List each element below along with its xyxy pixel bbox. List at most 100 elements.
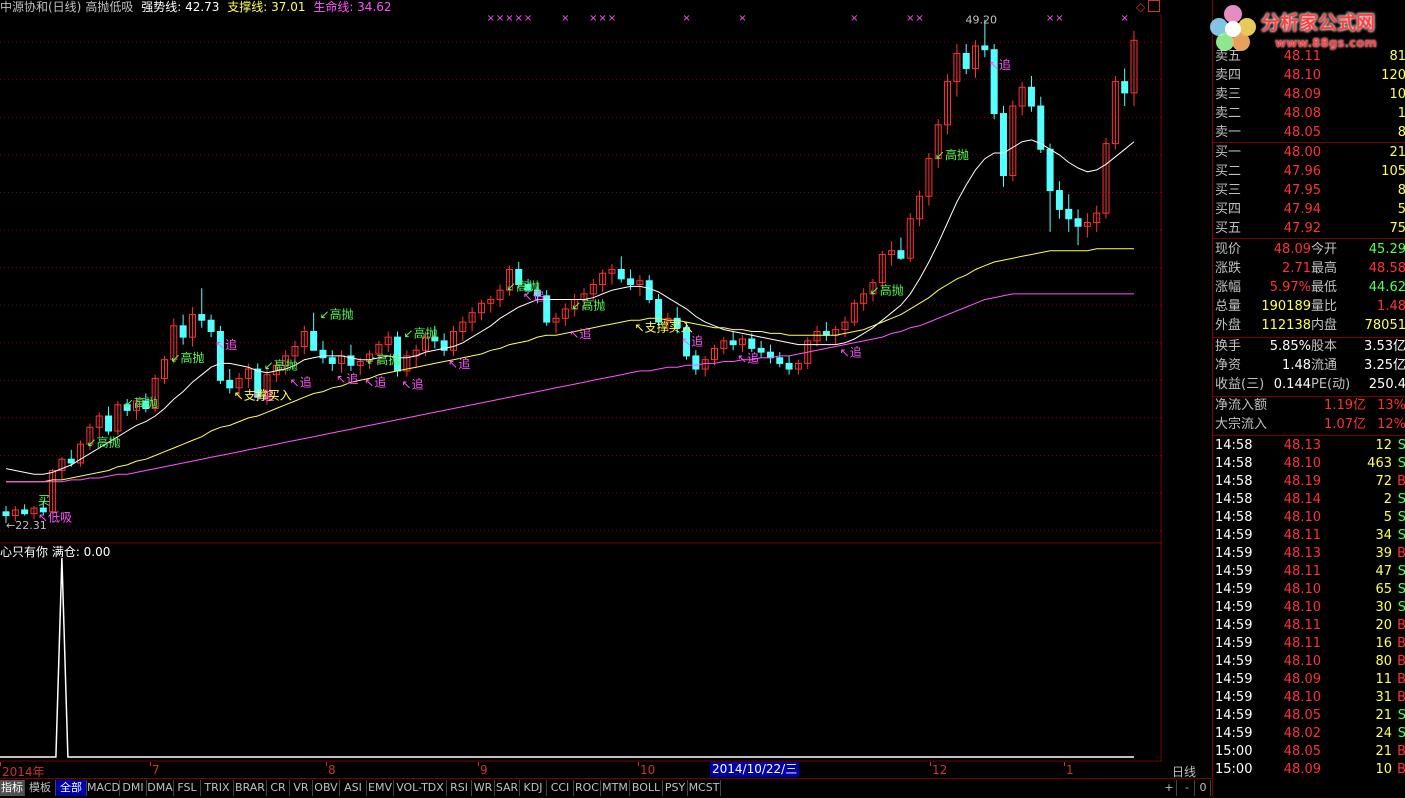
tick-side: S bbox=[1397, 564, 1405, 579]
tick-time: 14:59 bbox=[1215, 528, 1253, 543]
candle-body bbox=[1046, 148, 1054, 192]
high-price-label: 49.20 bbox=[966, 14, 998, 27]
candle-body bbox=[1121, 81, 1129, 94]
tab-vr[interactable]: VR bbox=[290, 780, 313, 796]
signal-marker-icon: × bbox=[608, 13, 616, 24]
candle-body bbox=[627, 278, 635, 286]
tick-row: 14:59 48.02 24 S bbox=[1213, 725, 1405, 743]
tab-mcst[interactable]: MCST bbox=[688, 780, 721, 796]
finance-label: 股本 bbox=[1311, 339, 1338, 354]
date-axis: 2014年 7 8 9 10 12 1 2014/10/22/三 bbox=[0, 762, 1162, 779]
bid-price: 47.96 bbox=[1283, 164, 1321, 179]
tick-volume: 34 bbox=[1375, 528, 1392, 543]
window-restore-icon[interactable] bbox=[1148, 0, 1160, 12]
chase-signal-label: ↖追 bbox=[523, 288, 545, 303]
bid-label: 买五 bbox=[1215, 221, 1242, 236]
chase-signal-label: ↖追 bbox=[448, 356, 470, 371]
signal-marker-icon: × bbox=[738, 13, 746, 24]
quote-label: 最高 bbox=[1311, 261, 1338, 276]
quote-label: 外盘 bbox=[1215, 318, 1242, 333]
ask-label: 卖四 bbox=[1215, 68, 1242, 83]
quote-label: 涨幅 bbox=[1215, 280, 1242, 295]
tick-volume: 80 bbox=[1375, 654, 1392, 669]
kline-chart[interactable]: 48.0046.0044.0042.0040.0038.0036.0034.00… bbox=[0, 0, 1162, 762]
indicator-tabs: 指标 模板 全部 MACD DMI DMA FSL TRIX BRAR CR VR OBV ASI EMV… bbox=[0, 778, 1212, 798]
bid-row: 买二 47.96 105 bbox=[1213, 163, 1405, 181]
bid-row: 买一 48.00 21 bbox=[1213, 144, 1405, 162]
tab-wr[interactable]: WR bbox=[472, 780, 495, 796]
tab-brar[interactable]: BRAR bbox=[234, 780, 267, 796]
tick-time: 14:59 bbox=[1215, 636, 1253, 651]
tab-全部[interactable]: 全部 bbox=[56, 780, 87, 796]
zoom-button[interactable]: - bbox=[1180, 780, 1195, 796]
tab-obv[interactable]: OBV bbox=[313, 780, 340, 796]
tab-sar[interactable]: SAR bbox=[495, 780, 520, 796]
finance-row: 收益(三) 0.144 PE(动) 250.4 bbox=[1213, 376, 1405, 394]
candle-body bbox=[617, 268, 625, 280]
tab-boll[interactable]: BOLL bbox=[630, 780, 663, 796]
tick-time: 14:59 bbox=[1215, 546, 1253, 561]
date-tick bbox=[150, 762, 151, 766]
tick-row: 14:59 48.11 20 B bbox=[1213, 617, 1405, 635]
tick-time: 14:59 bbox=[1215, 582, 1253, 597]
tab-asi[interactable]: ASI bbox=[340, 780, 367, 796]
tab-dmi[interactable]: DMI bbox=[120, 780, 147, 796]
tab-dma[interactable]: DMA bbox=[147, 780, 174, 796]
candle-body bbox=[226, 379, 234, 389]
finance-value: 250.4 bbox=[1368, 377, 1405, 392]
tick-volume: 12 bbox=[1375, 438, 1392, 453]
tick-volume: 24 bbox=[1375, 726, 1392, 741]
candle-body bbox=[822, 330, 830, 336]
candle-body bbox=[999, 113, 1007, 177]
stock-title: 中源协和(日线) bbox=[0, 0, 82, 14]
quote-label: 今开 bbox=[1311, 242, 1338, 257]
settings-diamond-icon[interactable]: ◇ bbox=[1136, 0, 1145, 14]
tab-emv[interactable]: EMV bbox=[367, 780, 394, 796]
candle-body bbox=[179, 325, 187, 338]
strong-line-label: 强势线: 42.73 bbox=[141, 0, 220, 14]
bid-label: 买三 bbox=[1215, 183, 1242, 198]
tab-fsl[interactable]: FSL bbox=[174, 780, 201, 796]
signal-marker-icon: × bbox=[1046, 13, 1054, 24]
zoom-button[interactable]: + bbox=[1162, 780, 1177, 796]
tick-row: 14:58 48.10 463 S bbox=[1213, 455, 1405, 473]
quote-value: 48.09 bbox=[1273, 242, 1311, 257]
tick-side: B bbox=[1397, 690, 1405, 705]
sell-signal-label: ↙高抛 bbox=[170, 350, 204, 365]
tab-kdj[interactable]: KDJ bbox=[520, 780, 547, 796]
bid-volume: 105 bbox=[1381, 164, 1405, 179]
tab-模板[interactable]: 模板 bbox=[25, 780, 56, 796]
date-tick bbox=[0, 762, 1, 766]
chase-signal-label: ↖追 bbox=[336, 371, 358, 386]
tick-volume: 21 bbox=[1375, 708, 1392, 723]
tick-price: 48.02 bbox=[1283, 726, 1321, 741]
tab-rsi[interactable]: RSI bbox=[447, 780, 472, 796]
tab-指标[interactable]: 指标 bbox=[0, 780, 25, 796]
chase-signal-label: ↖追 bbox=[681, 333, 703, 348]
tab-macd[interactable]: MACD bbox=[87, 780, 120, 796]
zoom-button[interactable]: 0 bbox=[1196, 780, 1211, 796]
date-tick-label: 10 bbox=[640, 763, 656, 777]
bid-label: 买二 bbox=[1215, 164, 1242, 179]
signal-marker-icon: × bbox=[496, 13, 504, 24]
ask-volume: 1 bbox=[1397, 106, 1405, 121]
tick-price: 48.10 bbox=[1283, 690, 1321, 705]
tab-psy[interactable]: PSY bbox=[663, 780, 688, 796]
tick-row: 14:58 48.14 2 S bbox=[1213, 491, 1405, 509]
tab-mtm[interactable]: MTM bbox=[601, 780, 630, 796]
signal-marker-icon: × bbox=[915, 13, 923, 24]
tab-cci[interactable]: CCI bbox=[547, 780, 574, 796]
candle-body bbox=[748, 338, 756, 349]
tick-price: 48.05 bbox=[1283, 708, 1321, 723]
tab-trix[interactable]: TRIX bbox=[201, 780, 234, 796]
tab-roc[interactable]: ROC bbox=[574, 780, 601, 796]
tab-vol-tdx[interactable]: VOL-TDX bbox=[394, 780, 447, 796]
tick-row: 14:59 48.10 65 S bbox=[1213, 581, 1405, 599]
support-line-label: 支撑线: 37.01 bbox=[227, 0, 306, 14]
quote-label: 量比 bbox=[1311, 299, 1338, 314]
sell-signal-label: ↙高抛 bbox=[320, 307, 354, 322]
tab-cr[interactable]: CR bbox=[267, 780, 290, 796]
signal-marker-icon: × bbox=[487, 13, 495, 24]
bid-volume: 21 bbox=[1389, 145, 1405, 160]
flow-value: 1.19亿 bbox=[1324, 398, 1366, 413]
